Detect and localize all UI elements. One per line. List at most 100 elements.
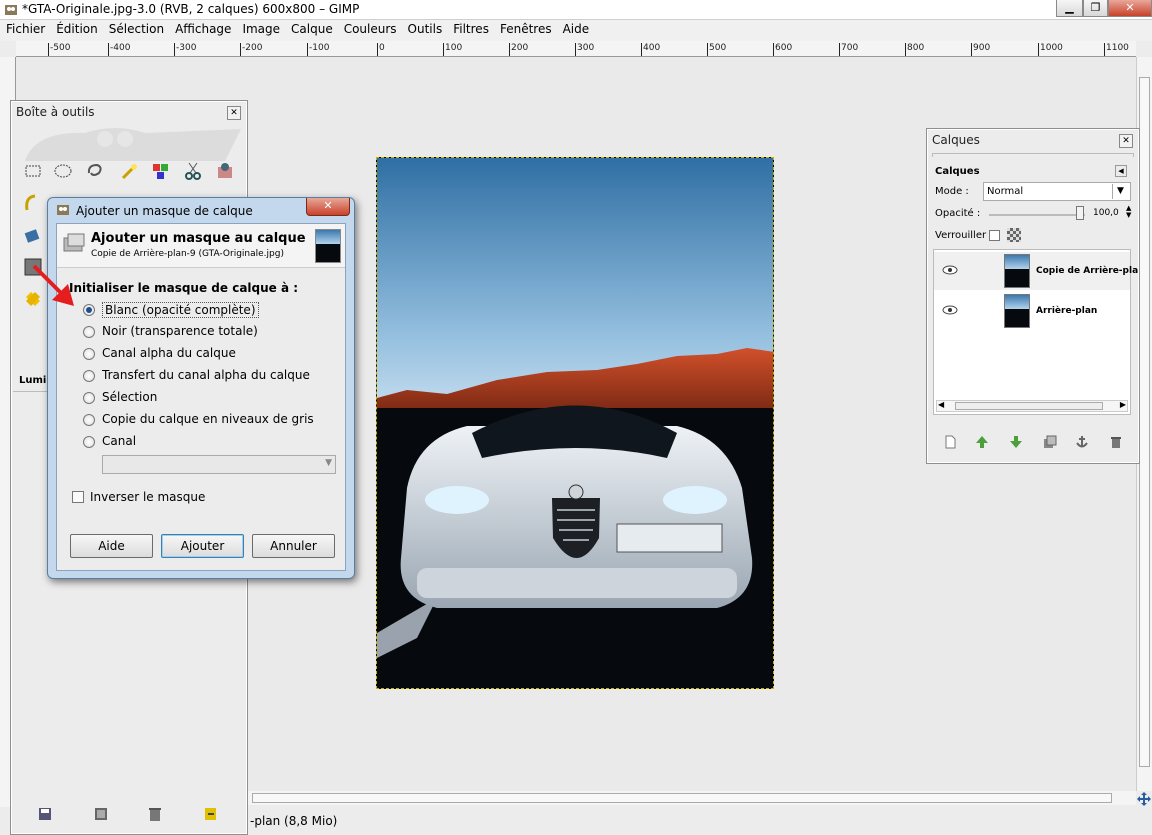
duplicate-layer-icon[interactable] xyxy=(1043,435,1057,449)
ruler-tick: 100 xyxy=(443,43,462,56)
opacity-slider-handle[interactable] xyxy=(1076,206,1084,220)
option-channel-label[interactable]: Canal xyxy=(102,434,136,448)
fuzzy-select-icon[interactable] xyxy=(119,161,139,181)
restore-options-icon[interactable] xyxy=(93,806,109,822)
scroll-thumb[interactable] xyxy=(1139,77,1150,767)
menu-aide[interactable]: Aide xyxy=(557,20,595,36)
radio-channel[interactable] xyxy=(83,436,95,448)
menu-filtres[interactable]: Filtres xyxy=(447,20,494,36)
ruler-tick: 500 xyxy=(707,43,726,56)
ruler-tick: 0 xyxy=(377,43,385,56)
menu-edition[interactable]: Édition xyxy=(50,20,103,36)
layer-row[interactable]: Copie de Arrière-pla xyxy=(934,252,1138,290)
horizontal-scrollbar[interactable] xyxy=(242,791,1136,805)
layer-mask-icon xyxy=(63,233,85,252)
gimp-logo-icon xyxy=(5,5,17,15)
dialog-heading: Ajouter un masque au calque xyxy=(91,231,306,246)
layers-panel-title: Calques xyxy=(932,133,980,147)
lower-layer-icon[interactable] xyxy=(1009,435,1023,449)
radio-selection[interactable] xyxy=(83,392,95,404)
ruler-tick: 800 xyxy=(905,43,924,56)
maximize-button[interactable]: ❐ xyxy=(1083,0,1108,17)
rect-select-icon[interactable] xyxy=(23,161,43,181)
menu-outils[interactable]: Outils xyxy=(402,20,448,36)
chevron-down-icon: ▼ xyxy=(325,458,332,468)
delete-layer-icon[interactable] xyxy=(1109,435,1123,449)
cancel-button[interactable]: Annuler xyxy=(252,534,335,558)
add-button[interactable]: Ajouter xyxy=(161,534,244,558)
layers-tab-label: Calques xyxy=(935,166,980,177)
menu-fenetres[interactable]: Fenêtres xyxy=(494,20,557,36)
navigate-icon[interactable] xyxy=(1136,791,1152,807)
layers-panel: Calques ✕ Calques ◀ Mode : Normal ▼ Opac… xyxy=(926,128,1140,464)
invert-mask-checkbox[interactable] xyxy=(72,491,84,503)
lock-pixels-checkbox[interactable] xyxy=(989,230,1000,241)
raise-layer-icon[interactable] xyxy=(975,435,989,449)
option-white-label[interactable]: Blanc (opacité complète) xyxy=(102,302,259,318)
scroll-left-icon[interactable]: ◀ xyxy=(938,400,944,409)
opacity-slider[interactable] xyxy=(989,214,1085,216)
option-black-label[interactable]: Noir (transparence totale) xyxy=(102,324,258,338)
channel-select[interactable]: ▼ xyxy=(102,455,336,474)
layers-hscrollbar[interactable]: ◀ ▶ xyxy=(936,400,1128,412)
color-select-icon[interactable] xyxy=(151,161,171,181)
layer-thumbnail xyxy=(1004,254,1030,288)
menu-affichage[interactable]: Affichage xyxy=(169,20,236,36)
reset-options-icon[interactable] xyxy=(203,806,219,822)
menu-selection[interactable]: Sélection xyxy=(103,20,169,36)
menu-calque[interactable]: Calque xyxy=(285,20,338,36)
scroll-right-icon[interactable]: ▶ xyxy=(1120,400,1126,409)
radio-white[interactable] xyxy=(83,304,95,316)
spin-arrows-icon[interactable]: ▲ ▼ xyxy=(1126,205,1131,219)
option-grayscale-label[interactable]: Copie du calque en niveaux de gris xyxy=(102,412,314,426)
new-layer-icon[interactable] xyxy=(943,435,957,449)
foreground-select-icon[interactable] xyxy=(215,161,235,181)
ruler-tick: 200 xyxy=(509,43,528,56)
lasso-icon[interactable] xyxy=(85,161,105,181)
eye-icon[interactable] xyxy=(942,265,958,275)
option-alpha-label[interactable]: Canal alpha du calque xyxy=(102,346,236,360)
radio-alpha[interactable] xyxy=(83,348,95,360)
mask-init-label: Initialiser le masque de calque à : xyxy=(69,281,299,295)
mode-select[interactable]: Normal ▼ xyxy=(983,182,1131,201)
layer-name[interactable]: Arrière-plan xyxy=(1036,306,1097,316)
add-layer-mask-dialog: Ajouter un masque de calque ✕ Ajouter un… xyxy=(47,197,355,579)
close-button[interactable]: ✕ xyxy=(1108,0,1152,17)
layer-thumbnail xyxy=(315,229,341,263)
save-options-icon[interactable] xyxy=(37,806,53,822)
delete-options-icon[interactable] xyxy=(147,806,163,822)
radio-black[interactable] xyxy=(83,326,95,338)
minimize-button[interactable]: ▁ xyxy=(1056,0,1083,17)
eye-icon[interactable] xyxy=(942,305,958,315)
help-button[interactable]: Aide xyxy=(70,534,153,558)
invert-mask-label[interactable]: Inverser le masque xyxy=(90,490,205,504)
ruler-tick: -200 xyxy=(240,43,262,56)
radio-grayscale-copy[interactable] xyxy=(83,414,95,426)
dialog-close-button[interactable]: ✕ xyxy=(306,198,350,216)
radio-transfer-alpha[interactable] xyxy=(83,370,95,382)
opacity-value[interactable]: 100,0 xyxy=(1093,208,1119,218)
scissors-icon[interactable] xyxy=(183,161,203,181)
layer-row[interactable]: Arrière-plan xyxy=(934,292,1130,330)
image-canvas[interactable] xyxy=(376,157,774,689)
menu-bar: Fichier Édition Sélection Affichage Image Cal… xyxy=(0,20,1152,41)
layer-name[interactable]: Copie de Arrière-pla xyxy=(1036,266,1138,276)
option-transfer-alpha-label[interactable]: Transfert du canal alpha du calque xyxy=(102,368,310,382)
ellipse-select-icon[interactable] xyxy=(53,161,73,181)
ruler-tick: -500 xyxy=(48,43,70,56)
ruler-tick: 400 xyxy=(641,43,660,56)
dialog-subheading: Copie de Arrière-plan-9 (GTA-Originale.j… xyxy=(91,249,284,259)
tab-menu-icon[interactable]: ◀ xyxy=(1115,165,1127,177)
alpha-lock-icon[interactable] xyxy=(1007,228,1021,242)
transform-icon[interactable] xyxy=(23,225,43,245)
toolbox-close-button[interactable]: ✕ xyxy=(227,106,241,120)
option-selection-label[interactable]: Sélection xyxy=(102,390,157,404)
paths-icon[interactable] xyxy=(23,193,43,213)
menu-fichier[interactable]: Fichier xyxy=(0,20,50,36)
anchor-layer-icon[interactable] xyxy=(1075,435,1089,449)
menu-image[interactable]: Image xyxy=(236,20,285,36)
menu-couleurs[interactable]: Couleurs xyxy=(338,20,402,36)
scroll-thumb[interactable] xyxy=(955,402,1103,410)
layers-close-button[interactable]: ✕ xyxy=(1119,134,1133,148)
scroll-thumb[interactable] xyxy=(252,793,1112,803)
